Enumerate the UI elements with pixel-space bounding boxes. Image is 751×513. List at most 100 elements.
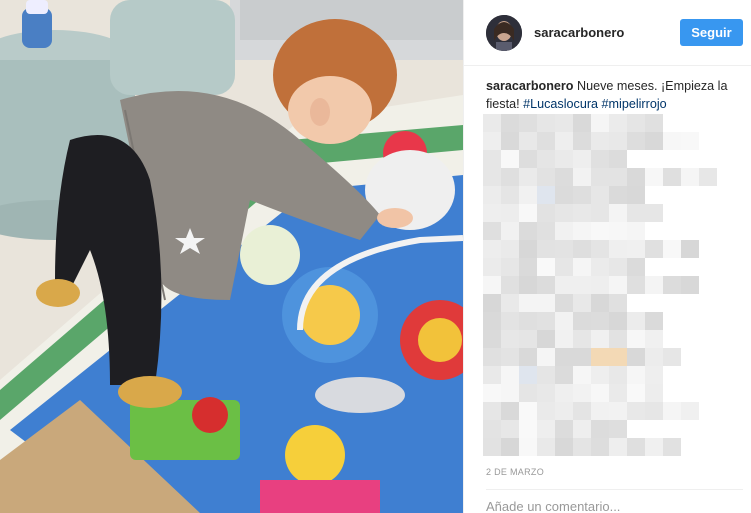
pixelated-comments: [483, 114, 717, 456]
pixel-block: [537, 222, 555, 240]
pixel-block: [519, 168, 537, 186]
pixel-block: [483, 222, 501, 240]
pixel-block: [519, 348, 537, 366]
pixel-block: [483, 168, 501, 186]
pixel-block: [573, 132, 591, 150]
pixel-block: [483, 312, 501, 330]
pixel-block: [627, 366, 645, 384]
pixel-block: [483, 150, 501, 168]
pixel-block: [573, 204, 591, 222]
hashtag-lucaslocura[interactable]: #Lucaslocura: [523, 97, 598, 111]
pixel-block: [537, 330, 555, 348]
pixel-block: [609, 312, 627, 330]
avatar-image: [486, 14, 522, 51]
pixel-block: [627, 258, 645, 276]
pixel-block: [591, 438, 609, 456]
pixel-block: [627, 402, 645, 420]
pixel-block: [573, 222, 591, 240]
pixel-block: [591, 168, 609, 186]
comment-input[interactable]: [486, 497, 743, 513]
pixel-block: [573, 348, 591, 366]
post-photo[interactable]: [0, 0, 463, 513]
pixel-block: [501, 312, 519, 330]
follow-button[interactable]: Seguir: [680, 19, 743, 46]
pixel-block: [519, 384, 537, 402]
pixel-block: [663, 240, 681, 258]
pixel-block: [609, 294, 627, 312]
pixel-block: [591, 348, 609, 366]
pixel-block: [573, 186, 591, 204]
pixel-block: [537, 258, 555, 276]
pixel-block: [627, 438, 645, 456]
pixel-block: [519, 222, 537, 240]
pixel-block: [519, 240, 537, 258]
pixel-block: [609, 402, 627, 420]
pixel-block: [573, 150, 591, 168]
pixel-block: [573, 438, 591, 456]
username-link[interactable]: saracarbonero: [534, 25, 680, 40]
pixel-block: [483, 258, 501, 276]
pixel-block: [501, 168, 519, 186]
pixel-block: [645, 384, 663, 402]
pixel-block: [591, 186, 609, 204]
pixel-block: [681, 132, 699, 150]
pixel-block: [483, 366, 501, 384]
pixel-block: [555, 222, 573, 240]
pixel-block: [555, 294, 573, 312]
pixel-block: [519, 276, 537, 294]
hashtag-mipelirrojo[interactable]: #mipelirrojo: [602, 97, 667, 111]
pixel-block: [645, 438, 663, 456]
comments-list-pixelated: [483, 114, 741, 466]
pixel-block: [519, 402, 537, 420]
pixel-block: [555, 276, 573, 294]
pixel-block: [609, 222, 627, 240]
instagram-post: saracarbonero Seguir saracarbonero Nueve…: [0, 0, 751, 513]
pixel-block: [555, 132, 573, 150]
pixel-block: [537, 240, 555, 258]
avatar[interactable]: [486, 14, 522, 51]
pixel-block: [555, 312, 573, 330]
pixel-block: [555, 204, 573, 222]
pixel-block: [627, 384, 645, 402]
pixel-block: [501, 114, 519, 132]
pixel-block: [645, 366, 663, 384]
pixel-block: [555, 240, 573, 258]
pixel-block: [483, 114, 501, 132]
pixel-block: [537, 168, 555, 186]
pixel-block: [663, 276, 681, 294]
pixel-block: [573, 276, 591, 294]
pixel-block: [519, 258, 537, 276]
pixel-block: [591, 366, 609, 384]
pixel-block: [483, 132, 501, 150]
pixel-block: [555, 186, 573, 204]
pixel-block: [645, 402, 663, 420]
pixel-block: [537, 402, 555, 420]
pixel-block: [537, 312, 555, 330]
pixel-block: [609, 420, 627, 438]
pixel-block: [483, 240, 501, 258]
pixel-block: [537, 348, 555, 366]
pixel-block: [537, 132, 555, 150]
pixel-block: [483, 276, 501, 294]
pixel-block: [609, 204, 627, 222]
pixel-block: [645, 276, 663, 294]
pixel-block: [537, 366, 555, 384]
pixel-block: [555, 366, 573, 384]
pixel-block: [537, 276, 555, 294]
pixel-block: [573, 294, 591, 312]
pixel-block: [645, 204, 663, 222]
pixel-block: [609, 186, 627, 204]
pixel-block: [609, 258, 627, 276]
pixel-block: [591, 204, 609, 222]
pixel-block: [591, 222, 609, 240]
pixel-block: [609, 366, 627, 384]
pixel-block: [645, 114, 663, 132]
pixel-block: [627, 114, 645, 132]
pixel-block: [501, 258, 519, 276]
pixel-block: [609, 438, 627, 456]
pixel-block: [555, 348, 573, 366]
pixel-block: [555, 168, 573, 186]
pixel-block: [537, 186, 555, 204]
pixel-block: [483, 348, 501, 366]
caption-username[interactable]: saracarbonero: [486, 79, 574, 93]
